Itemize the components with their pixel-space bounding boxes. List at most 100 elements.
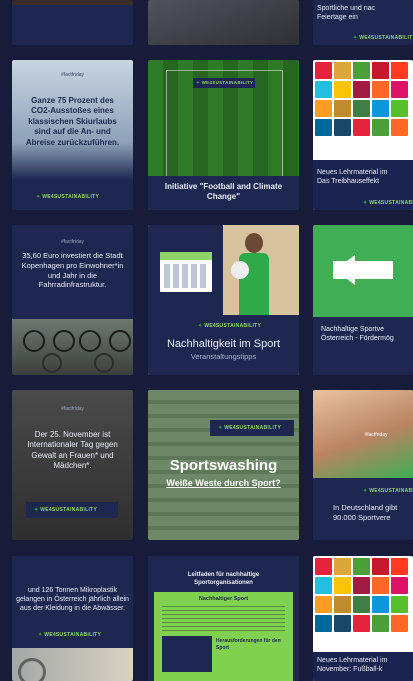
calendar-icon bbox=[158, 250, 214, 294]
sdg-goal-icon bbox=[334, 119, 351, 136]
brand-logo: WE4SUSTAINABILITY bbox=[34, 507, 97, 513]
post-caption: Nachhaltige Sportve Österreich - Förderm… bbox=[321, 326, 394, 343]
brand-logo: WE4SUSTAINABILITY bbox=[353, 35, 413, 41]
sdg-goal-icon bbox=[391, 577, 408, 594]
sdg-goal-icon bbox=[334, 81, 351, 98]
sdg-goal-icon bbox=[334, 577, 351, 594]
sdg-icon-grid bbox=[315, 62, 408, 136]
post-tile[interactable]: WE4SUSTAINABILITY Sportswashing Weiße We… bbox=[148, 390, 299, 540]
bicycle-photo bbox=[12, 319, 133, 375]
sdg-goal-icon bbox=[334, 558, 351, 575]
post-tile[interactable]: #factfriday WE4SUSTAINABILITY In Deutsch… bbox=[313, 390, 413, 540]
post-tile[interactable]: Nachhaltige Sportve Österreich - Förderm… bbox=[313, 225, 413, 375]
hashtag: #factfriday bbox=[60, 239, 85, 245]
brand-logo: WE4SUSTAINABILITY bbox=[218, 425, 281, 431]
post-text: 35,60 Euro investiert die Stadt Kopenhag… bbox=[21, 251, 124, 290]
green-panel: Nachhaltiger Sport Herausforderungen für… bbox=[154, 592, 293, 681]
bicycle-icon bbox=[23, 330, 131, 373]
person-photo bbox=[223, 225, 299, 315]
post-tile[interactable]: Sportliche und nac Feiertage ein WE4SUST… bbox=[313, 0, 413, 45]
post-tile[interactable]: WE4SUSTAINABILITY Nachhaltigkeit im Spor… bbox=[148, 225, 299, 375]
sdg-goal-icon bbox=[372, 577, 389, 594]
logo-badge: WE4SUSTAINABILITY bbox=[26, 502, 118, 518]
sdg-goal-icon bbox=[353, 577, 370, 594]
post-tile[interactable]: Neues Lehrmaterial im November: Fußball-… bbox=[313, 556, 413, 681]
post-tile[interactable]: WE4SUSTAINABILITY Initiative "Football a… bbox=[148, 60, 299, 210]
post-subtitle: Weiße Weste durch Sport? bbox=[166, 478, 281, 488]
post-tile[interactable]: #factfriday Ganze 75 Prozent des CO2-Aus… bbox=[12, 60, 133, 210]
post-title: Sportswashing bbox=[169, 457, 278, 474]
calendar-panel bbox=[148, 225, 223, 315]
sdg-goal-icon bbox=[353, 596, 370, 613]
sdg-goal-icon bbox=[391, 615, 408, 632]
post-grid: Sportliche und nac Feiertage ein WE4SUST… bbox=[0, 0, 413, 681]
sdg-goal-icon bbox=[315, 615, 332, 632]
sdg-goal-icon bbox=[372, 596, 389, 613]
sdg-goal-icon bbox=[315, 62, 332, 79]
sdg-icon-grid bbox=[315, 558, 408, 632]
sdg-goal-icon bbox=[391, 596, 408, 613]
post-text: Der 25. November ist Internationaler Tag… bbox=[27, 430, 118, 471]
brand-logo: WE4SUSTAINABILITY bbox=[196, 80, 253, 86]
sdg-goal-icon bbox=[315, 100, 332, 117]
sdg-goal-icon bbox=[315, 119, 332, 136]
sdg-goal-icon bbox=[372, 62, 389, 79]
box-heading: Herausforderungen für den Sport bbox=[216, 638, 281, 651]
sdg-goal-icon bbox=[353, 119, 370, 136]
post-tile[interactable]: Neues Lehrmaterial im Das Treibhauseffek… bbox=[313, 60, 413, 210]
post-text: und 126 Tonnen Mikroplastik gelangen in … bbox=[16, 587, 129, 613]
post-caption: Neues Lehrmaterial im November: Fußball-… bbox=[317, 657, 388, 674]
sdg-goal-icon bbox=[353, 100, 370, 117]
post-title: Nachhaltigkeit im Sport bbox=[166, 338, 281, 350]
post-text: Ganze 75 Prozent des CO2-Ausstoßes eines… bbox=[25, 96, 120, 147]
sdg-goal-icon bbox=[334, 596, 351, 613]
post-tile[interactable] bbox=[12, 0, 133, 45]
sdg-goal-icon bbox=[315, 558, 332, 575]
sdg-goal-icon bbox=[391, 558, 408, 575]
post-tile[interactable]: #factfriday 35,60 Euro investiert die St… bbox=[12, 225, 133, 375]
illustration bbox=[162, 636, 212, 672]
arrow-left-icon bbox=[335, 255, 355, 285]
brand-logo: WE4SUSTAINABILITY bbox=[38, 632, 101, 638]
hashtag: #factfriday bbox=[364, 432, 388, 438]
image-strip bbox=[12, 0, 133, 5]
sdg-goal-icon bbox=[353, 81, 370, 98]
sdg-goal-icon bbox=[315, 596, 332, 613]
sdg-goal-icon bbox=[391, 100, 408, 117]
sdg-goal-icon bbox=[315, 81, 332, 98]
logo-badge: WE4SUSTAINABILITY bbox=[193, 78, 255, 88]
sdg-goal-icon bbox=[372, 558, 389, 575]
post-caption: In Deutschland gibt 90.000 Sportvere bbox=[333, 503, 398, 522]
football-icon bbox=[231, 261, 249, 279]
brand-logo: WE4SUSTAINABILITY bbox=[363, 488, 413, 494]
logo-badge: WE4SUSTAINABILITY bbox=[210, 420, 294, 436]
brand-logo: WE4SUSTAINABILITY bbox=[363, 200, 413, 206]
post-tile[interactable]: #factfriday Der 25. November ist Interna… bbox=[12, 390, 133, 540]
sdg-goal-icon bbox=[334, 62, 351, 79]
text-lines bbox=[162, 606, 285, 632]
sdg-goal-icon bbox=[353, 558, 370, 575]
post-tile[interactable]: und 126 Tonnen Mikroplastik gelangen in … bbox=[12, 556, 133, 681]
sdg-goal-icon bbox=[391, 81, 408, 98]
post-caption: Neues Lehrmaterial im Das Treibhauseffek… bbox=[317, 169, 388, 186]
hashtag: #factfriday bbox=[60, 406, 85, 412]
laundry-photo bbox=[12, 648, 133, 681]
post-title: Initiative "Football and Climate Change" bbox=[164, 182, 283, 202]
sdg-goal-icon bbox=[353, 62, 370, 79]
sdg-goal-icon bbox=[391, 119, 408, 136]
post-tile[interactable]: Leitfaden für nachhaltige Sportorganisat… bbox=[148, 556, 299, 681]
sdg-goal-icon bbox=[372, 81, 389, 98]
brand-logo: WE4SUSTAINABILITY bbox=[36, 194, 99, 200]
brand-logo: WE4SUSTAINABILITY bbox=[198, 323, 261, 329]
sdg-goal-icon bbox=[334, 615, 351, 632]
post-tile[interactable] bbox=[148, 0, 299, 45]
post-caption: Sportliche und nac Feiertage ein bbox=[317, 5, 375, 22]
sdg-goal-icon bbox=[315, 577, 332, 594]
post-title: Leitfaden für nachhaltige Sportorganisat… bbox=[187, 572, 260, 586]
arrow-graphic bbox=[313, 225, 413, 317]
sdg-goal-icon bbox=[353, 615, 370, 632]
sdg-goal-icon bbox=[372, 119, 389, 136]
sdg-goal-icon bbox=[372, 100, 389, 117]
photo-placeholder bbox=[148, 0, 299, 45]
sdg-goal-icon bbox=[372, 615, 389, 632]
